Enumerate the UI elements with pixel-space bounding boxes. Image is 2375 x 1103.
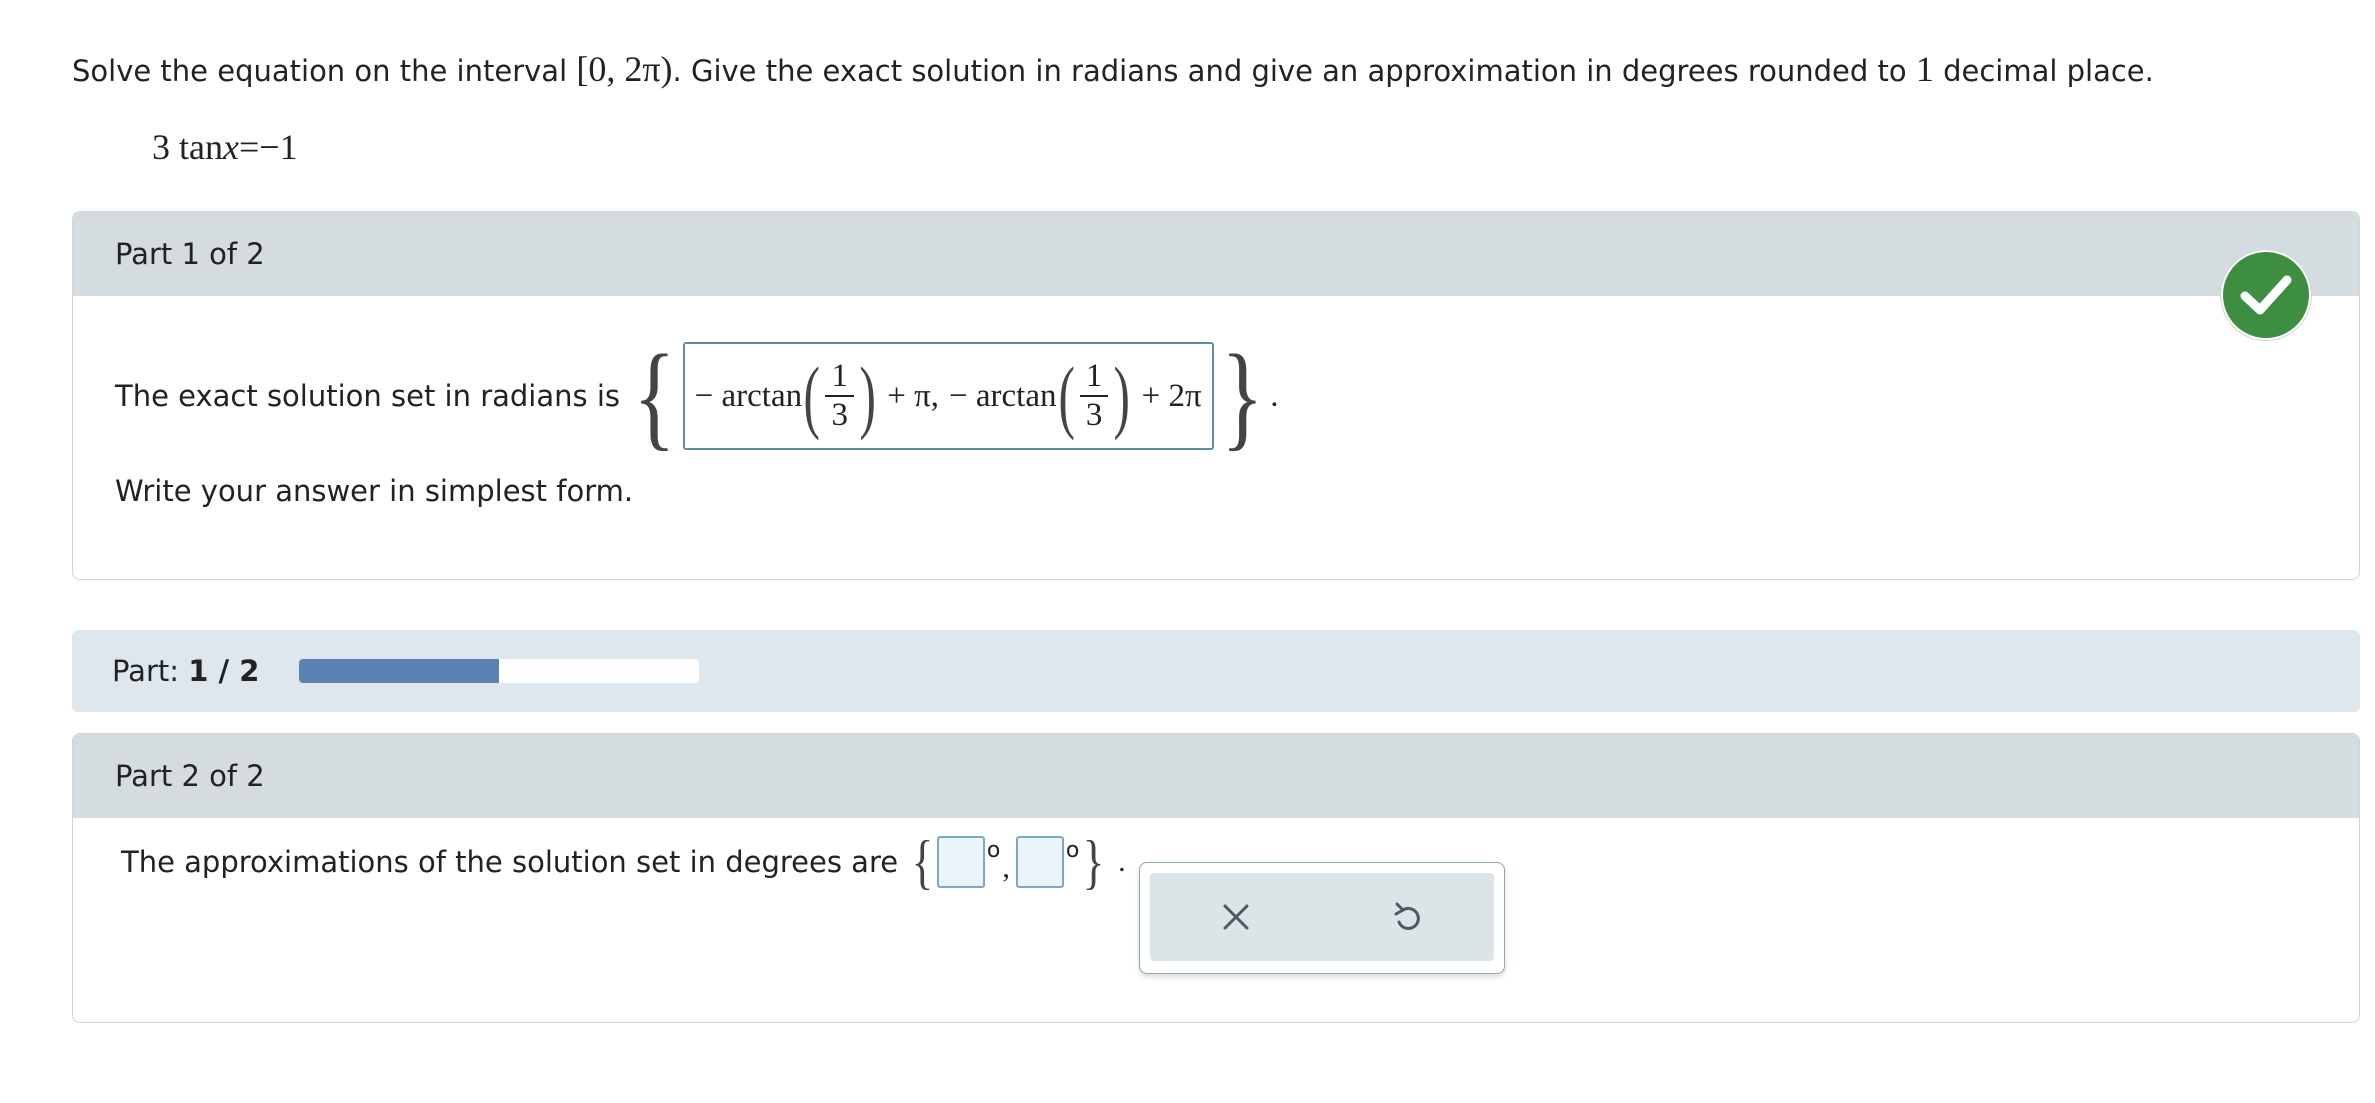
answer-term2-suffix: + 2π <box>1141 377 1202 414</box>
clear-button[interactable] <box>1206 887 1266 947</box>
fraction-2-numerator: 1 <box>1085 358 1103 394</box>
problem-prompt: Solve the equation on the interval [0, 2… <box>72 48 2154 90</box>
part1-instruction: Write your answer in simplest form. <box>115 474 634 508</box>
part2-sentence: The approximations of the solution set i… <box>121 845 899 879</box>
progress-label-text: Part: <box>112 654 189 688</box>
answer-term2-prefix: − arctan <box>949 377 1057 414</box>
part1-sentence: The exact solution set in radians is <box>115 379 621 413</box>
tools-button-bar <box>1150 873 1494 961</box>
part-progress: Part: 1 / 2 <box>72 630 2360 712</box>
degree-input-1[interactable] <box>936 836 985 888</box>
part2-header: Part 2 of 2 <box>73 734 2359 818</box>
right-brace-2: } <box>1082 829 1105 895</box>
degree-symbol-1: o <box>986 837 1001 863</box>
part2-period: . <box>1118 845 1126 878</box>
fraction-1-numerator: 1 <box>831 358 848 394</box>
part1-period: . <box>1270 377 1279 414</box>
equation: 3 tanx=−1 <box>152 126 298 168</box>
interval-close: ) <box>660 49 673 89</box>
fraction-2: 1 3 <box>1079 358 1109 434</box>
right-paren-1: ) <box>859 350 876 441</box>
part1-title: Part 1 of 2 <box>115 237 265 271</box>
interval-open: [ <box>576 49 589 89</box>
interval-start: 0 <box>588 49 607 89</box>
equation-coefficient: 3 <box>152 127 170 167</box>
prompt-text-b: . Give the exact solution in radians and… <box>672 54 1916 88</box>
part1-panel: Part 1 of 2 The exact solution set in ra… <box>72 211 2360 580</box>
degree-symbol-2: o <box>1065 837 1080 863</box>
left-paren-2: ( <box>1057 350 1075 441</box>
progress-bar-fill <box>299 659 500 683</box>
progress-bar <box>299 659 700 683</box>
part1-header: Part 1 of 2 <box>73 212 2359 296</box>
right-paren-2: ) <box>1113 350 1131 441</box>
prompt-text-c: decimal place. <box>1933 54 2154 88</box>
interval-end: 2π <box>624 49 661 89</box>
right-brace: } <box>1220 330 1264 461</box>
left-brace: { <box>633 330 676 461</box>
fraction-1: 1 3 <box>825 358 854 434</box>
decimal-count: 1 <box>1915 49 1934 89</box>
degree-comma: , <box>1002 851 1010 884</box>
undo-button[interactable] <box>1378 887 1438 947</box>
interval-separator: , <box>606 49 625 89</box>
answer-term1-suffix: + π, <box>887 377 940 414</box>
prompt-text-a: Solve the equation on the interval <box>72 54 577 88</box>
equation-function: tan <box>179 127 223 167</box>
close-icon <box>1223 904 1249 930</box>
degree-input-2[interactable] <box>1015 836 1064 888</box>
answer-term1-prefix: − arctan <box>694 377 803 414</box>
fraction-1-denominator: 3 <box>825 395 854 434</box>
part2-answer-row: The approximations of the solution set i… <box>121 832 1126 892</box>
equation-rhs: =−1 <box>238 127 298 167</box>
undo-icon <box>1394 902 1420 930</box>
radian-answer-box[interactable]: − arctan ( 1 3 ) + π, − arctan ( 1 3 ) +… <box>682 342 1214 450</box>
fraction-2-denominator: 3 <box>1079 395 1109 434</box>
equation-variable: x <box>222 127 239 167</box>
left-paren-1: ( <box>803 350 820 441</box>
part1-solution-row: The exact solution set in radians is { −… <box>115 337 1279 455</box>
answer-tools-palette <box>1139 862 1505 974</box>
left-brace-2: { <box>911 829 934 895</box>
part2-title: Part 2 of 2 <box>115 759 265 793</box>
progress-value: 1 / 2 <box>188 654 260 688</box>
correct-check-icon <box>2221 250 2311 340</box>
progress-label: Part: 1 / 2 <box>112 654 259 688</box>
